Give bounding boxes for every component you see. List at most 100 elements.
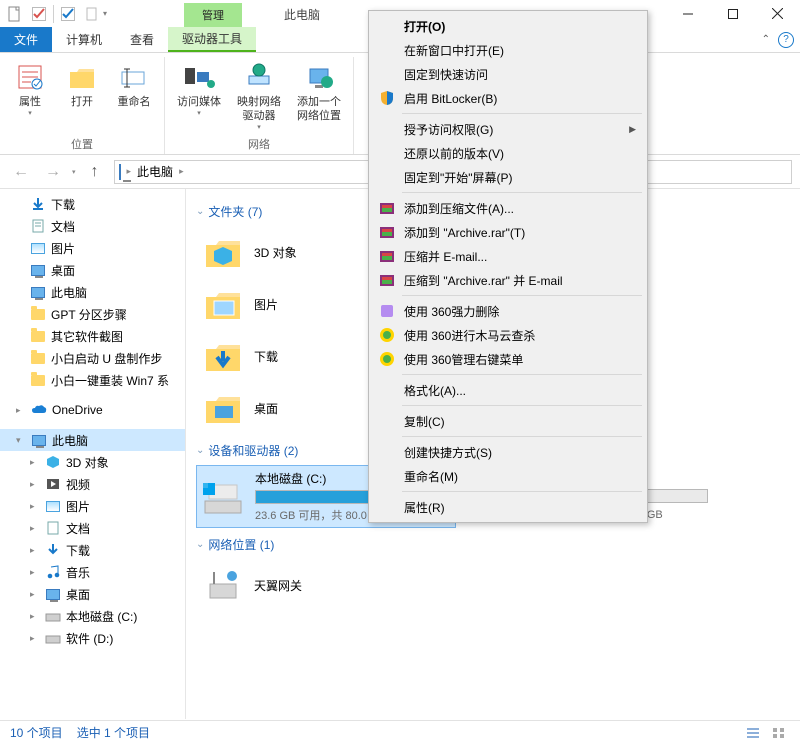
separator [402,405,642,406]
tree-local-c[interactable]: ▸本地磁盘 (C:) [0,605,185,627]
tree-folder[interactable]: GPT 分区步骤 [0,303,185,325]
ctx-add-to-rar[interactable]: 添加到 "Archive.rar"(T) [372,220,644,244]
chevron-down-icon[interactable]: ⌄ [196,539,204,550]
item-label: 桌面 [254,400,278,417]
tree-videos[interactable]: ▸视频 [0,473,185,495]
back-button[interactable]: ← [8,159,34,185]
chevron-right-icon[interactable]: ▸ [16,405,26,416]
separator [53,5,54,23]
qat-check-blue-icon[interactable] [57,3,79,25]
tree-desktop[interactable]: 桌面 [0,259,185,281]
folder-icon [202,231,244,273]
drive-icon [201,477,245,517]
contextual-tab-area: 管理 此电脑 [184,0,338,27]
up-button[interactable]: ↑ [82,159,108,185]
ctx-format[interactable]: 格式化(A)... [372,378,644,402]
add-network-location-button[interactable]: 添加一个 网络位置 [291,57,347,136]
document-icon [30,218,46,234]
item-label: 下载 [254,348,278,365]
ctx-bitlocker[interactable]: 启用 BitLocker(B) [372,86,644,110]
tree-soft-d[interactable]: ▸软件 (D:) [0,627,185,649]
network-gateway-item[interactable]: 天翼网关 [196,559,790,611]
file-tab[interactable]: 文件 [0,27,52,52]
icons-view-button[interactable] [768,724,790,742]
tree-onedrive[interactable]: ▸OneDrive [0,399,185,421]
breadcrumb[interactable]: 此电脑 [133,163,177,180]
tab-drive-tools[interactable]: 驱动器工具 [168,27,256,52]
winrar-icon [378,199,396,217]
tree-music[interactable]: ▸音乐 [0,561,185,583]
map-network-drive-button[interactable]: 映射网络 驱动器▾ [231,57,287,136]
pc-icon [119,165,121,179]
ctx-rename[interactable]: 重命名(M) [372,464,644,488]
ctx-360-force-delete[interactable]: 使用 360强力删除 [372,299,644,323]
winrar-icon [378,247,396,265]
minimize-button[interactable] [665,0,710,27]
group-network-label: 网络 [248,136,270,154]
tree-folder[interactable]: 其它软件截图 [0,325,185,347]
cloud-icon [31,402,47,418]
chevron-down-icon[interactable]: ⌄ [196,206,204,217]
close-button[interactable] [755,0,800,27]
ctx-open-new-window[interactable]: 在新窗口中打开(E) [372,38,644,62]
chevron-down-icon[interactable]: ▾ [16,435,26,446]
ctx-create-shortcut[interactable]: 创建快捷方式(S) [372,440,644,464]
maximize-button[interactable] [710,0,755,27]
ctx-360-trojan-scan[interactable]: 使用 360进行木马云查杀 [372,323,644,347]
cube-icon [45,454,61,470]
qat-check-red-icon[interactable] [28,3,50,25]
pc-icon [30,284,46,300]
ctx-pin-start[interactable]: 固定到"开始"屏幕(P) [372,165,644,189]
chevron-down-icon[interactable]: ⌄ [196,445,204,456]
separator [402,113,642,114]
ctx-compress-rar-email[interactable]: 压缩到 "Archive.rar" 并 E-mail [372,268,644,292]
details-view-button[interactable] [742,724,764,742]
access-media-button[interactable]: 访问媒体▾ [171,57,227,136]
download-icon [45,542,61,558]
ctx-compress-email[interactable]: 压缩并 E-mail... [372,244,644,268]
rename-button[interactable]: 重命名 [110,57,158,136]
tree-folder[interactable]: 小白启动 U 盘制作步 [0,347,185,369]
history-dropdown-icon[interactable]: ▾ [72,168,76,176]
tree-thispc-root[interactable]: ▾此电脑 [0,429,185,451]
tree-downloads2[interactable]: ▸下载 [0,539,185,561]
tree-pictures2[interactable]: ▸图片 [0,495,185,517]
properties-button[interactable]: 属性▾ [6,57,54,136]
chevron-right-icon[interactable]: ▸ [179,166,184,177]
tab-computer[interactable]: 计算机 [52,27,116,52]
navigation-pane[interactable]: 下载 文档 图片 桌面 此电脑 GPT 分区步骤 其它软件截图 小白启动 U 盘… [0,189,186,719]
ctx-copy[interactable]: 复制(C) [372,409,644,433]
tree-documents2[interactable]: ▸文档 [0,517,185,539]
tab-view[interactable]: 查看 [116,27,168,52]
ctx-grant-access[interactable]: 授予访问权限(G)▶ [372,117,644,141]
ribbon-collapse-icon[interactable]: ⌃ [762,34,770,45]
ctx-open[interactable]: 打开(O) [372,14,644,38]
music-icon [45,564,61,580]
forward-button[interactable]: → [40,159,66,185]
ctx-properties[interactable]: 属性(R) [372,495,644,519]
item-label: 3D 对象 [254,244,297,261]
360-icon [378,302,396,320]
tree-folder[interactable]: 小白一键重装 Win7 系 [0,369,185,391]
status-selection: 选中 1 个项目 [77,724,150,741]
chevron-right-icon[interactable]: ▸ [127,166,132,177]
group-location-label: 位置 [71,136,93,154]
qat-blank-icon[interactable] [81,3,103,25]
ctx-add-to-archive[interactable]: 添加到压缩文件(A)... [372,196,644,220]
winrar-icon [378,223,396,241]
ctx-360-manage-menu[interactable]: 使用 360管理右键菜单 [372,347,644,371]
tree-pictures[interactable]: 图片 [0,237,185,259]
tree-thispc[interactable]: 此电脑 [0,281,185,303]
qat-file-icon[interactable] [4,3,26,25]
help-icon[interactable]: ? [778,32,794,48]
qat-customize-icon[interactable]: ▾ [103,9,107,18]
tree-downloads[interactable]: 下载 [0,193,185,215]
ctx-restore-previous[interactable]: 还原以前的版本(V) [372,141,644,165]
desktop-icon [30,262,46,278]
tree-desktop2[interactable]: ▸桌面 [0,583,185,605]
open-button[interactable]: 打开 [58,57,106,136]
ctx-pin-quick-access[interactable]: 固定到快速访问 [372,62,644,86]
group-header-network[interactable]: ⌄网络位置 (1) [196,536,790,553]
tree-3d[interactable]: ▸3D 对象 [0,451,185,473]
tree-documents[interactable]: 文档 [0,215,185,237]
